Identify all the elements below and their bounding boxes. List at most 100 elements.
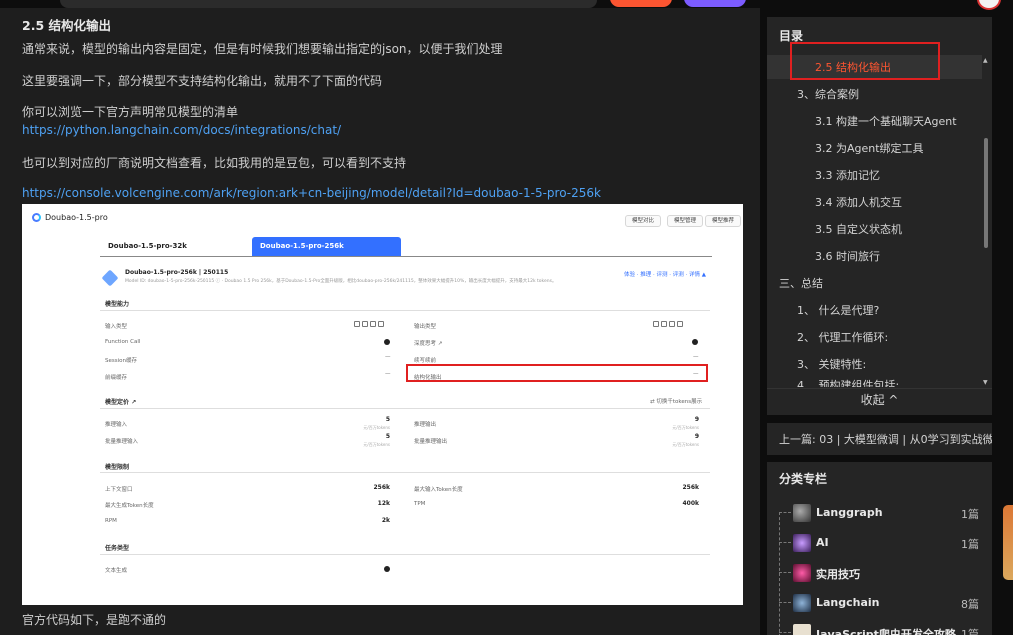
- category-name: AI: [816, 536, 829, 549]
- image-icon: [661, 321, 667, 327]
- category-count: 1篇: [961, 628, 979, 635]
- divider: [100, 310, 710, 311]
- max-output-label: 最大生成Token长度: [105, 503, 154, 509]
- audio-icon: [677, 321, 683, 327]
- paragraph: 官方代码如下，是跑不通的: [22, 613, 167, 627]
- image-icon: [362, 321, 368, 327]
- paragraph: 这里要强调一下，部分模型不支持结构化输出，就用不了下面的代码: [22, 74, 383, 88]
- toc-item-3-6[interactable]: 3.6 时间旅行: [815, 248, 880, 264]
- category-name: JavaScript爬虫开发全攻略: [816, 628, 956, 635]
- floating-widget[interactable]: [1003, 505, 1013, 580]
- toc-highlight: [790, 42, 940, 80]
- category-item-tips[interactable]: 实用技巧: [779, 562, 984, 584]
- brand: Doubao-1.5-pro: [32, 213, 108, 222]
- tree-branch: [779, 572, 791, 573]
- divider: [100, 472, 710, 473]
- toc-item-s2[interactable]: 2、 代理工作循环:: [797, 329, 888, 345]
- category-name: Langgraph: [816, 506, 883, 519]
- price-unit: 元/百万tokens: [672, 442, 699, 447]
- category-count: 1篇: [961, 538, 979, 551]
- price-value: 9: [694, 416, 699, 423]
- top-bar: [0, 0, 1013, 10]
- price-unit: 元/百万tokens: [363, 442, 390, 447]
- category-name: Langchain: [816, 596, 880, 609]
- category-item-langgraph[interactable]: Langgraph 1篇: [779, 502, 984, 524]
- tpm-value: 400k: [682, 500, 699, 507]
- check-icon: [692, 339, 698, 345]
- rpm-label: RPM: [105, 518, 117, 524]
- toc-item-s4[interactable]: 4、 预构建组件包括:: [797, 379, 899, 387]
- category-item-langchain[interactable]: Langchain 8篇: [779, 592, 984, 614]
- model-icon: [101, 269, 119, 287]
- tree-branch: [779, 512, 791, 513]
- toc-item-s3[interactable]: 3、 关键特性:: [797, 356, 866, 372]
- price-value: 9: [694, 433, 699, 440]
- output-type-label: 输出类型: [414, 324, 437, 330]
- embedded-screenshot: Doubao-1.5-pro 模型对比 模型管理 模型推荐 Doubao-1.5…: [22, 204, 743, 605]
- context-window-value: 256k: [373, 484, 390, 491]
- pricing-section-title: 模型定价 ↗: [105, 399, 137, 406]
- dash: —: [385, 371, 391, 377]
- categories-title: 分类专栏: [779, 472, 828, 486]
- table-of-contents: 目录 2.5 结构化输出 3、综合案例 3.1 构建一个基础聊天Agent 3.…: [767, 17, 992, 415]
- price-unit: 元/百万tokens: [672, 425, 699, 430]
- previous-article-link[interactable]: 上一篇: 03 | 大模型微调 | 从0学习到实战微调 | AI发展与模型技术介…: [767, 423, 992, 455]
- volcengine-model-link[interactable]: https://console.volcengine.com/ark/regio…: [22, 186, 601, 200]
- toc-item-summary[interactable]: 三、总结: [779, 275, 823, 291]
- category-name: 实用技巧: [816, 568, 860, 581]
- toc-item-3[interactable]: 3、综合案例: [797, 86, 859, 102]
- price-value: 5: [385, 416, 390, 423]
- video-icon: [669, 321, 675, 327]
- langchain-docs-link[interactable]: https://python.langchain.com/docs/integr…: [22, 123, 341, 137]
- category-item-ai[interactable]: AI 1篇: [779, 532, 984, 554]
- dash: —: [385, 354, 391, 360]
- scroll-up-icon[interactable]: ▲: [983, 57, 988, 64]
- toc-item-3-4[interactable]: 3.4 添加人机交互: [815, 194, 902, 210]
- switch-unit-link: ⇄ 切换千tokens展示: [650, 399, 703, 405]
- check-icon: [384, 566, 390, 572]
- recommend-button: 模型推荐: [705, 215, 742, 227]
- tab-32k: Doubao-1.5-pro-32k: [108, 242, 187, 250]
- toc-item-3-1[interactable]: 3.1 构建一个基础聊天Agent: [815, 113, 957, 129]
- output-type-icons: [653, 321, 683, 327]
- max-output-value: 12k: [377, 500, 390, 507]
- infer-input-label: 推理输入: [105, 422, 128, 428]
- divider: [100, 408, 710, 409]
- input-type-label: 输入类型: [105, 324, 128, 330]
- context-window-label: 上下文窗口: [105, 487, 133, 493]
- text-gen-label: 文本生成: [105, 568, 128, 574]
- prefix-cache-label: 前缀缓存: [105, 375, 128, 381]
- model-description: Model ID: doubao-1-5-pro-256k-250115 ⓘ ·…: [125, 279, 557, 284]
- compare-button: 模型对比: [625, 215, 662, 227]
- tree-branch: [779, 542, 791, 543]
- toc-item-3-2[interactable]: 3.2 为Agent绑定工具: [815, 140, 924, 156]
- category-thumb: [793, 534, 811, 552]
- category-thumb: [793, 504, 811, 522]
- task-section-title: 任务类型: [105, 545, 130, 552]
- toc-item-3-5[interactable]: 3.5 自定义状态机: [815, 221, 902, 237]
- divider: [100, 554, 710, 555]
- search-button[interactable]: [610, 0, 672, 7]
- limits-section-title: 模型限制: [105, 464, 130, 471]
- avatar[interactable]: [977, 0, 1001, 10]
- batch-infer-input-label: 批量推理输入: [105, 439, 139, 445]
- category-count: 1篇: [961, 508, 979, 521]
- category-count: 8篇: [961, 598, 979, 611]
- brand-label: Doubao-1.5-pro: [45, 213, 108, 222]
- text-icon: [354, 321, 360, 327]
- toc-collapse-button[interactable]: 收起 ^: [767, 391, 992, 408]
- scroll-down-icon[interactable]: ▼: [983, 379, 988, 386]
- toc-scrollbar[interactable]: [984, 138, 988, 248]
- manage-button: 模型管理: [667, 215, 704, 227]
- search-input[interactable]: [60, 0, 597, 8]
- model-links: 体验 · 推理 · 评测 · 评测 · 详情 ▲: [624, 272, 706, 278]
- action-button[interactable]: [684, 0, 746, 7]
- section-heading: 2.5 结构化输出: [22, 18, 111, 33]
- toc-item-3-3[interactable]: 3.3 添加记忆: [815, 167, 880, 183]
- paragraph: 你可以浏览一下官方声明常见模型的清单: [22, 105, 239, 119]
- tab-divider: [100, 256, 712, 257]
- prefix-continue-label: 续写续前: [414, 358, 437, 364]
- category-item-js-crawler[interactable]: JavaScript爬虫开发全攻略 1篇: [779, 622, 984, 635]
- toc-item-s1[interactable]: 1、 什么是代理?: [797, 302, 879, 318]
- audio-icon: [378, 321, 384, 327]
